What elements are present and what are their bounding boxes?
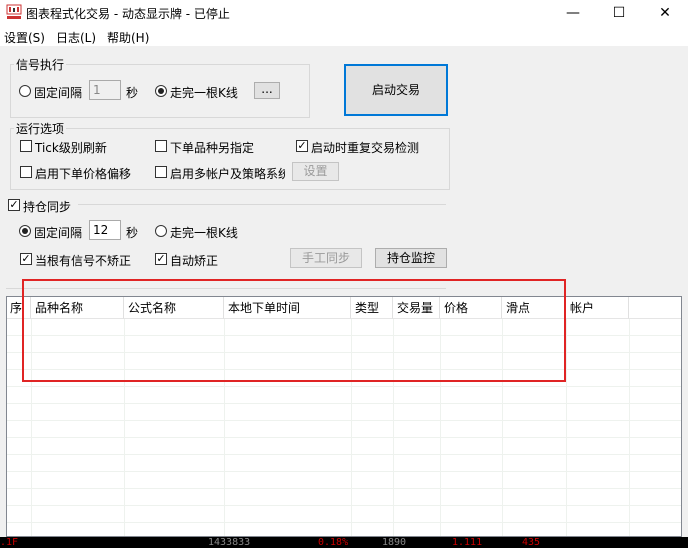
table-row[interactable]	[7, 455, 681, 472]
status-segment: 435	[522, 537, 541, 548]
status-segment: 1890	[382, 537, 407, 548]
column-gridline	[629, 319, 630, 536]
position-sync-divider	[78, 204, 446, 205]
title-bar: 图表程式化交易 - 动态显示牌 - 已停止 — ☐ ✕	[0, 0, 688, 26]
position-sync-checkbox[interactable]: ✓	[8, 199, 20, 211]
table-row[interactable]	[7, 404, 681, 421]
status-bar: .1F 1433833 0.18% 1890 1.111 435	[0, 537, 688, 548]
table-row[interactable]	[7, 506, 681, 523]
menu-help[interactable]: 帮助(H)	[107, 29, 149, 46]
startup-recheck-label: 启动时重复交易检测	[311, 141, 420, 155]
column-header-filler	[629, 297, 681, 319]
order-other-symbol-label: 下单品种另指定	[170, 141, 255, 155]
column-gridline	[566, 319, 567, 536]
sync-interval-input[interactable]: 12	[89, 220, 121, 240]
status-segment: 0.18%	[318, 537, 349, 548]
tick-refresh-checkbox[interactable]	[20, 140, 32, 152]
sync-kline-radio[interactable]	[155, 225, 167, 237]
status-segment: 1433833	[208, 537, 251, 548]
start-trading-button[interactable]: 启动交易	[344, 64, 448, 116]
run-options-settings-button[interactable]: 设置	[292, 162, 339, 181]
signal-fixed-interval-radio[interactable]	[19, 85, 31, 97]
price-offset-checkbox[interactable]	[20, 166, 32, 178]
maximize-button[interactable]: ☐	[596, 0, 642, 26]
price-offset-label: 启用下单价格偏移	[35, 167, 132, 181]
column-header-account[interactable]: 帐户	[566, 297, 629, 319]
table-row[interactable]	[7, 438, 681, 455]
order-other-symbol-checkbox[interactable]	[155, 140, 167, 152]
no-correct-on-signal-label: 当根有信号不矫正	[35, 254, 132, 268]
no-correct-on-signal-checkbox[interactable]: ✓	[20, 253, 32, 265]
signal-kline-radio[interactable]	[155, 85, 167, 97]
menu-log[interactable]: 日志(L)	[56, 29, 96, 46]
app-logo-icon	[6, 4, 22, 19]
auto-correct-checkbox[interactable]: ✓	[155, 253, 167, 265]
signal-fixed-interval-label: 固定间隔	[34, 86, 83, 100]
table-row[interactable]	[7, 489, 681, 506]
close-button[interactable]: ✕	[642, 0, 688, 26]
run-options-label: 运行选项	[14, 120, 67, 137]
highlight-annotation-box	[22, 279, 566, 382]
signal-kline-label: 走完一根K线	[170, 86, 238, 100]
status-segment: 1.111	[452, 537, 483, 548]
table-row[interactable]	[7, 523, 681, 536]
signal-more-button[interactable]: ...	[254, 82, 280, 99]
manual-sync-button[interactable]: 手工同步	[290, 248, 362, 268]
window-title: 图表程式化交易 - 动态显示牌 - 已停止	[26, 7, 230, 21]
signal-seconds-label: 秒	[126, 86, 139, 100]
table-row[interactable]	[7, 387, 681, 404]
minimize-button[interactable]: —	[550, 0, 596, 26]
menu-settings[interactable]: 设置(S)	[4, 29, 45, 46]
startup-recheck-checkbox[interactable]: ✓	[296, 140, 308, 152]
position-monitor-button[interactable]: 持仓监控	[375, 248, 447, 268]
menu-bar: 设置(S) 日志(L) 帮助(H)	[0, 26, 688, 46]
sync-kline-label: 走完一根K线	[170, 226, 238, 240]
multi-account-checkbox[interactable]	[155, 166, 167, 178]
sync-fixed-interval-radio[interactable]	[19, 225, 31, 237]
sync-fixed-interval-label: 固定间隔	[34, 226, 83, 240]
table-row[interactable]	[7, 421, 681, 438]
table-row[interactable]	[7, 472, 681, 489]
signal-execution-label: 信号执行	[14, 56, 67, 73]
sync-seconds-label: 秒	[126, 226, 139, 240]
tick-refresh-label: Tick级别刷新	[35, 141, 107, 155]
auto-correct-label: 自动矫正	[170, 254, 219, 268]
status-segment: .1F	[0, 537, 19, 548]
multi-account-label: 启用多帐户及策略系统	[170, 167, 285, 181]
position-sync-label: 持仓同步	[23, 200, 72, 214]
signal-interval-input[interactable]: 1	[89, 80, 121, 100]
